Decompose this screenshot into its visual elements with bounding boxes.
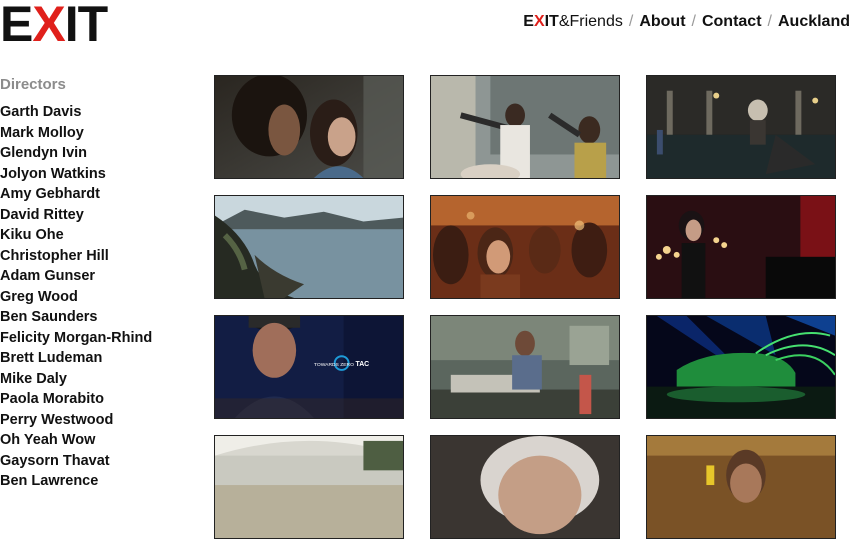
director-link[interactable]: Glendyn Ivin [0,143,200,164]
project-thumbnail[interactable] [430,195,620,299]
project-thumbnail[interactable] [430,75,620,179]
tac-campaign-text: TOWARDS ZERO [314,362,354,368]
film-still-office-worker-icon [431,316,619,418]
project-thumbnail[interactable] [430,435,620,539]
director-link[interactable]: Paola Morabito [0,389,200,410]
film-still-man-phone-icon [647,436,835,538]
director-link[interactable]: Amy Gebhardt [0,184,200,205]
tac-logo: TAC [356,361,370,368]
director-link[interactable]: Ben Saunders [0,307,200,328]
project-thumbnail[interactable] [214,195,404,299]
director-link[interactable]: Garth Davis [0,102,200,123]
director-link[interactable]: Christopher Hill [0,246,200,267]
director-link[interactable]: Adam Gunser [0,266,200,287]
director-link[interactable]: Felicity Morgan-Rhind [0,328,200,349]
logo-x: X [32,0,65,52]
director-link[interactable]: Gaysorn Thavat [0,451,200,472]
project-thumbnail[interactable] [430,315,620,419]
logo-text: EXIT [0,0,108,49]
director-link[interactable]: Ben Lawrence [0,471,200,492]
nav-separator: / [691,13,696,30]
nav-auckland[interactable]: Auckland [778,12,850,32]
nav-separator: / [628,13,634,30]
director-link[interactable]: Mark Molloy [0,123,200,144]
project-thumbnail[interactable] [214,75,404,179]
film-still-elderly-woman-icon [431,436,619,538]
nav-about[interactable]: About [639,12,685,32]
film-still-crowd-party-icon [431,196,619,298]
directors-sidebar: Directors Garth Davis Mark Molloy Glendy… [0,75,200,492]
project-thumbnail[interactable] [646,435,836,539]
director-list: Garth Davis Mark Molloy Glendyn Ivin Jol… [0,102,200,492]
film-still-coastline-icon [215,196,403,298]
project-thumbnail[interactable] [214,435,404,539]
film-still-police-officer-icon: TOWARDS ZERO TAC [215,316,403,418]
director-link[interactable]: Jolyon Watkins [0,164,200,185]
film-still-couple-night-icon [215,76,403,178]
project-thumbnail[interactable] [646,75,836,179]
project-thumbnail[interactable]: TOWARDS ZERO TAC [214,315,404,419]
film-still-plaza-night-icon [647,76,835,178]
project-thumbnail[interactable] [646,315,836,419]
film-still-green-car-lasers-icon [647,316,835,418]
film-still-singer-piano-icon [647,196,835,298]
director-link[interactable]: Brett Ludeman [0,348,200,369]
nav-separator: / [767,13,772,30]
film-still-classroom-icon [431,76,619,178]
film-still-beach-promenade-icon [215,436,403,538]
director-link[interactable]: Kiku Ohe [0,225,200,246]
top-navigation: EXIT&Friends / About / Contact / Aucklan… [523,12,850,32]
project-grid: TOWARDS ZERO TAC [214,75,836,539]
nav-contact[interactable]: Contact [702,12,762,32]
site-logo[interactable]: EXIT [0,0,108,49]
director-link[interactable]: David Rittey [0,205,200,226]
project-thumbnail[interactable] [646,195,836,299]
director-link[interactable]: Oh Yeah Wow [0,430,200,451]
sidebar-heading: Directors [0,76,66,93]
director-link[interactable]: Perry Westwood [0,410,200,431]
nav-exit-friends[interactable]: EXIT&Friends [523,12,623,32]
director-link[interactable]: Greg Wood [0,287,200,308]
director-link[interactable]: Mike Daly [0,369,200,390]
